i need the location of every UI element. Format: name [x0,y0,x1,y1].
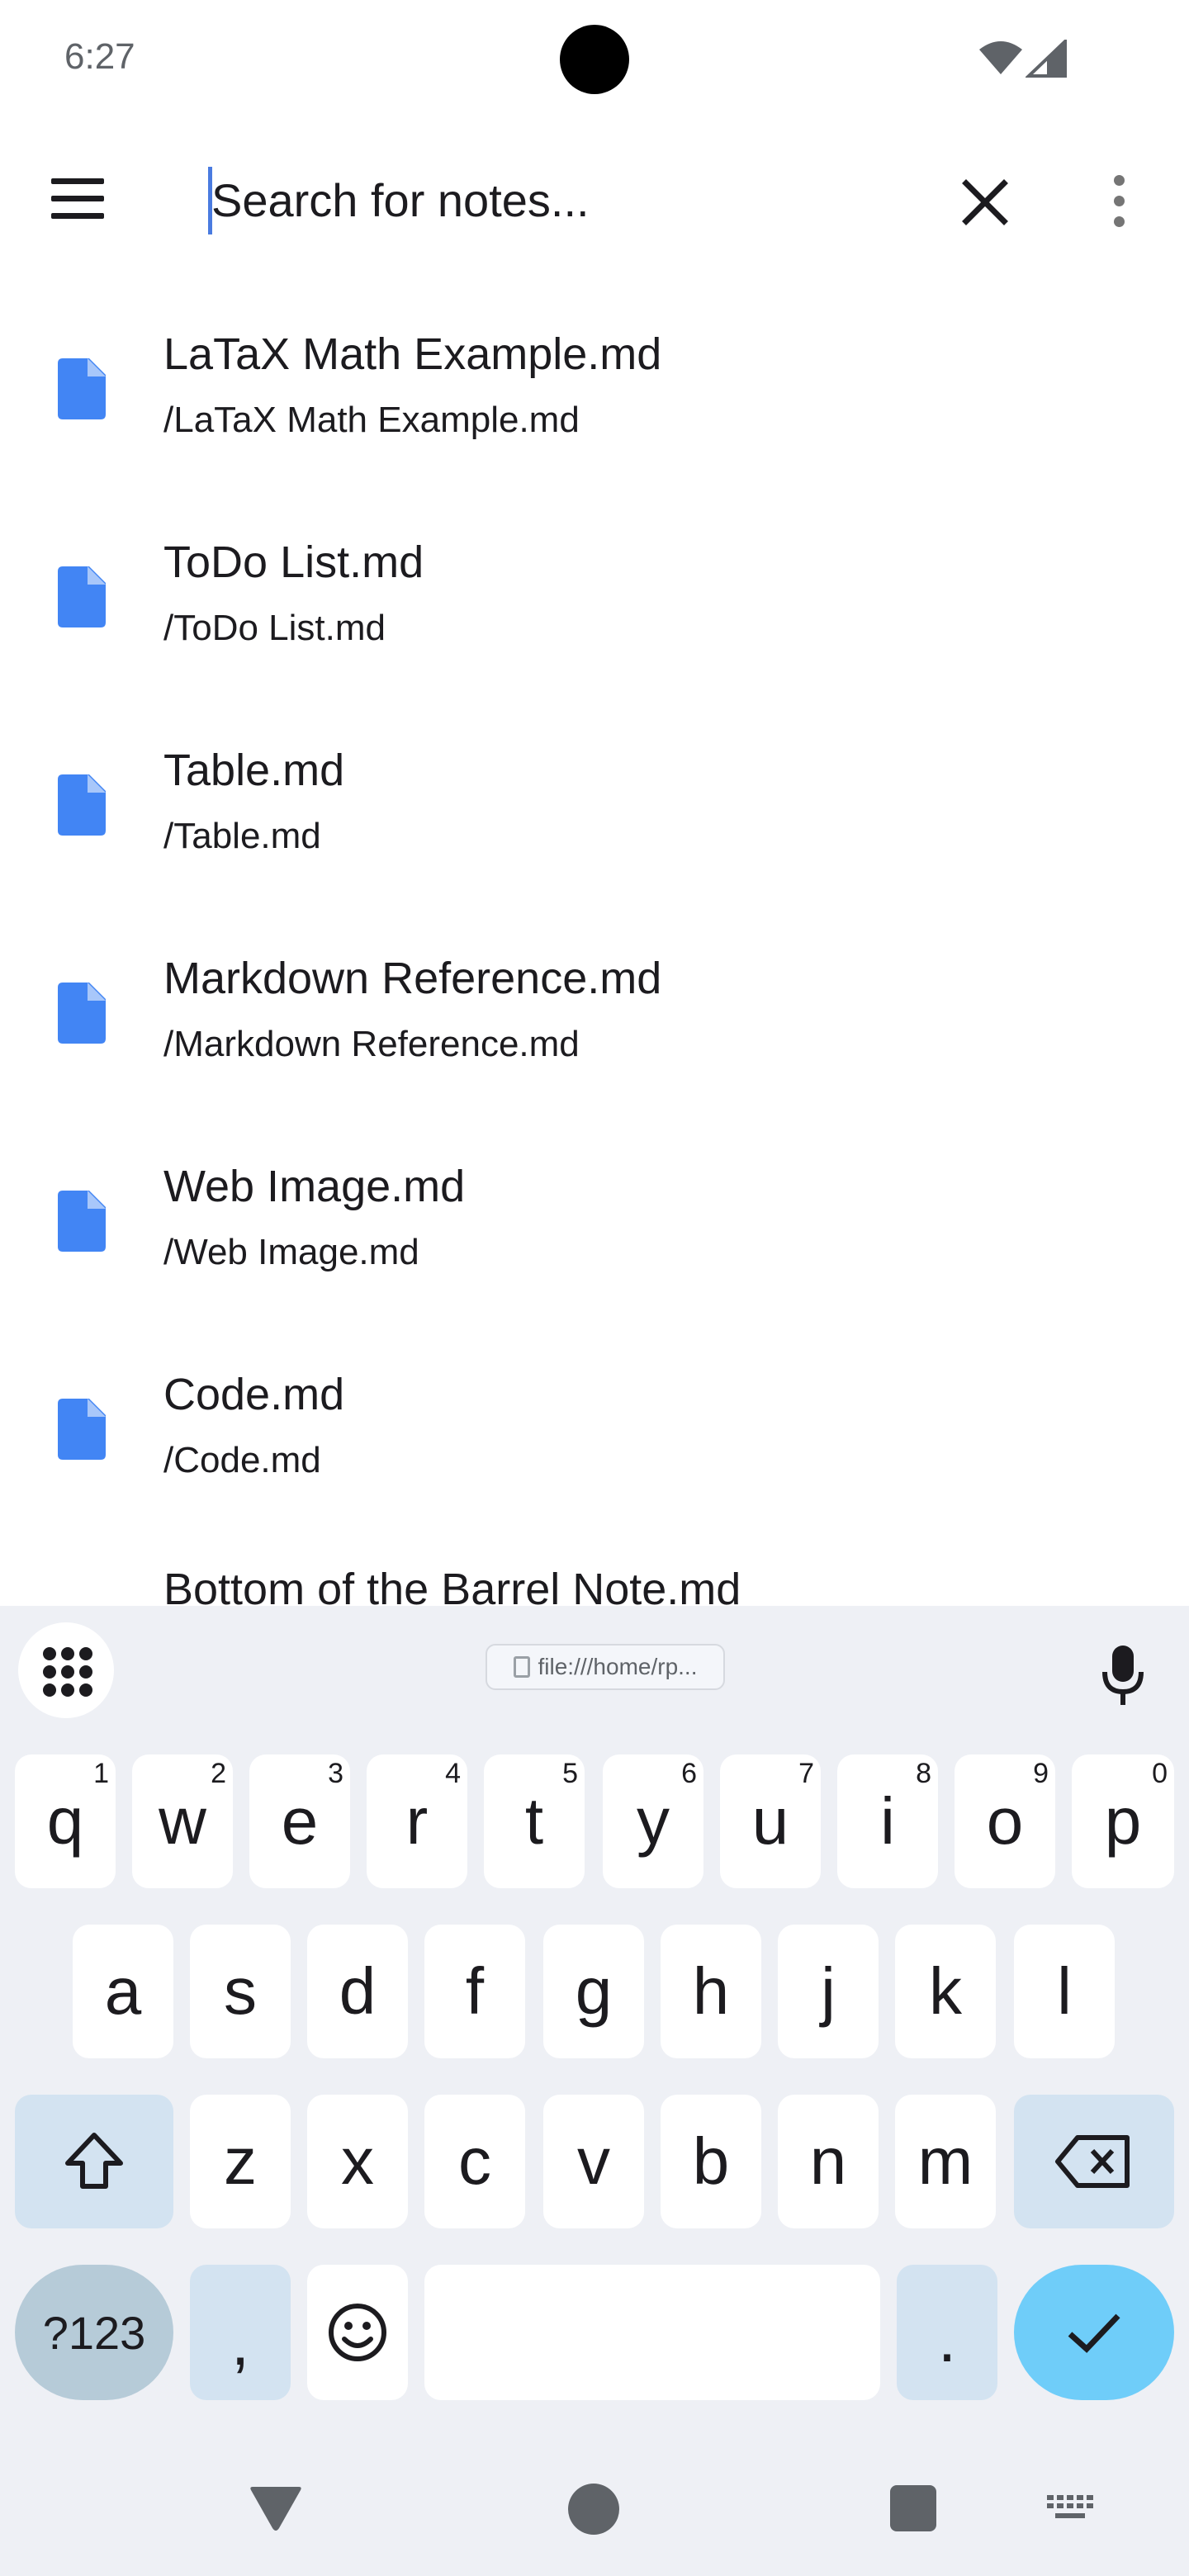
key-f[interactable]: f [424,1925,525,2058]
key-p[interactable]: p0 [1072,1754,1174,1888]
key-a[interactable]: a [73,1925,173,2058]
file-icon [58,774,106,836]
key-u[interactable]: u7 [720,1754,821,1888]
key-b[interactable]: b [661,2095,761,2228]
key-g[interactable]: g [543,1925,644,2058]
search-input[interactable] [206,162,921,238]
key-k[interactable]: k [895,1925,996,2058]
key-r[interactable]: r4 [367,1754,467,1888]
key-j[interactable]: j [778,1925,879,2058]
keyboard-toolbar: file:///home/rp... [0,1606,1189,1718]
more-vert-icon[interactable] [1106,175,1131,231]
key-l[interactable]: l [1014,1925,1115,2058]
backspace-key[interactable] [1014,2095,1174,2228]
note-path: /Web Image.md [163,1232,419,1272]
menu-icon[interactable] [51,178,107,220]
backspace-icon [1055,2135,1130,2188]
key-d[interactable]: d [307,1925,408,2058]
key-s[interactable]: s [190,1925,291,2058]
keyboard-menu-icon[interactable] [18,1622,114,1718]
list-item[interactable]: Markdown Reference.md /Markdown Referenc… [0,905,1189,1113]
note-title: Code.md [163,1370,345,1419]
note-title: Markdown Reference.md [163,954,662,1003]
list-item[interactable]: Web Image.md /Web Image.md [0,1113,1189,1321]
key-e[interactable]: e3 [249,1754,350,1888]
close-icon[interactable] [956,173,1014,231]
file-icon [58,983,106,1044]
comma-key[interactable]: , [190,2265,291,2400]
mic-icon[interactable] [1098,1642,1148,1708]
soft-keyboard: file:///home/rp... q1 w2 e3 r4 t5 y6 u7 … [0,1606,1189,2576]
signal-icon [1026,40,1067,78]
clipboard-icon [513,1656,530,1678]
check-icon [1068,2313,1120,2353]
key-v[interactable]: v [543,2095,644,2228]
navigation-bar [0,2444,1189,2576]
list-item[interactable]: Code.md /Code.md [0,1321,1189,1529]
emoji-key[interactable] [307,2265,408,2400]
key-y[interactable]: y6 [603,1754,703,1888]
home-icon[interactable] [568,2484,619,2535]
key-w[interactable]: w2 [132,1754,233,1888]
emoji-icon [329,2304,386,2361]
note-title: Table.md [163,746,345,795]
note-list: LaTaX Math Example.md /LaTaX Math Exampl… [0,281,1189,1610]
key-q[interactable]: q1 [15,1754,116,1888]
list-item[interactable]: LaTaX Math Example.md /LaTaX Math Exampl… [0,281,1189,489]
note-path: /ToDo List.md [163,608,386,648]
search-app-bar [0,124,1189,281]
key-i[interactable]: i8 [837,1754,938,1888]
shift-icon [65,2133,123,2189]
note-path: /Table.md [163,816,321,856]
space-key[interactable] [424,2265,880,2400]
keyboard-switch-icon[interactable] [1047,2495,1093,2523]
status-bar: 6:27 [0,0,1189,124]
key-n[interactable]: n [778,2095,879,2228]
recents-icon[interactable] [890,2485,936,2531]
key-c[interactable]: c [424,2095,525,2228]
key-x[interactable]: x [307,2095,408,2228]
symbols-key[interactable]: ?123 [15,2265,173,2400]
key-t[interactable]: t5 [484,1754,585,1888]
list-item[interactable]: Table.md /Table.md [0,697,1189,905]
camera-cutout [560,25,629,94]
back-icon[interactable] [248,2480,304,2533]
note-path: /Markdown Reference.md [163,1024,580,1064]
enter-key[interactable] [1014,2265,1174,2400]
period-key[interactable]: . [897,2265,997,2400]
key-o[interactable]: o9 [955,1754,1055,1888]
file-icon [58,1399,106,1460]
file-icon [58,566,106,627]
wifi-icon [979,41,1022,74]
key-m[interactable]: m [895,2095,996,2228]
note-title: ToDo List.md [163,537,424,587]
key-h[interactable]: h [661,1925,761,2058]
note-path: /Code.md [163,1440,321,1480]
text-cursor [208,167,212,234]
clipboard-suggestion-chip[interactable]: file:///home/rp... [486,1644,725,1690]
note-title: Bottom of the Barrel Note.md [163,1565,741,1610]
note-title: LaTaX Math Example.md [163,329,662,379]
note-title: Web Image.md [163,1162,466,1211]
shift-key[interactable] [15,2095,173,2228]
file-icon [58,1191,106,1252]
status-time: 6:27 [64,36,135,77]
file-icon [58,358,106,419]
note-path: /LaTaX Math Example.md [163,400,580,440]
list-item[interactable]: Bottom of the Barrel Note.md [0,1529,1189,1610]
key-z[interactable]: z [190,2095,291,2228]
list-item[interactable]: ToDo List.md /ToDo List.md [0,489,1189,697]
clipboard-suggestion-text: file:///home/rp... [538,1654,698,1679]
